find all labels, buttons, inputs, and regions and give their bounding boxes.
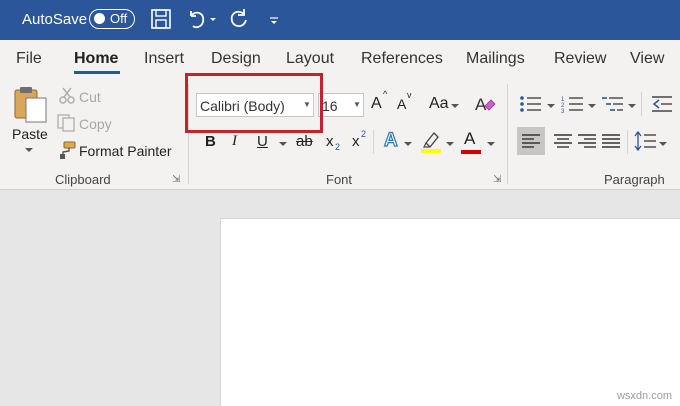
clipboard-launcher-icon[interactable]: ⇲ [172,174,180,185]
paragraph-inner-separator [641,92,642,116]
autosave-label: AutoSave [22,11,88,28]
font-size-dropdown[interactable]: 16 ▼ [318,93,364,117]
underline-chevron-icon[interactable] [278,140,288,148]
svg-text:A: A [475,95,487,114]
subscript-mark: 2 [335,142,341,152]
paragraph-group-label: Paragraph [604,172,665,187]
document-area[interactable] [0,191,680,406]
bullets-icon[interactable] [519,94,543,114]
superscript-mark: 2 [361,129,367,139]
group-separator [507,84,508,184]
bullets-chevron-icon[interactable] [546,102,556,110]
change-case-button[interactable]: Aa [429,95,449,113]
ribbon: Paste Cut Copy Format Painter Clipboard … [0,78,680,190]
font-color-chevron-icon[interactable] [486,140,496,148]
highlight-chevron-icon[interactable] [445,140,455,148]
save-icon[interactable] [150,8,172,30]
superscript-button[interactable]: x [352,133,360,150]
title-bar: AutoSave Off [0,0,680,40]
decrease-indent-icon[interactable] [650,94,674,114]
text-effects-chevron-icon[interactable] [403,140,413,148]
tab-mailings[interactable]: Mailings [466,50,525,68]
clear-formatting-icon[interactable]: A [474,93,496,115]
svg-text:3: 3 [561,109,565,114]
change-case-chevron-icon [451,104,459,108]
line-spacing-icon[interactable] [634,130,658,152]
tab-home[interactable]: Home [74,50,118,68]
undo-icon[interactable] [185,8,219,30]
shrink-font-button[interactable]: A [397,96,406,112]
align-left-icon [522,134,540,148]
italic-button[interactable]: I [232,133,237,150]
tab-view[interactable]: View [630,50,664,68]
paste-icon[interactable] [12,84,50,124]
font-size-chevron-icon: ▼ [353,100,361,109]
toggle-knob [94,13,105,24]
grow-font-button[interactable]: A [371,95,382,113]
tab-layout[interactable]: Layout [286,50,334,68]
shrink-font-arrow-icon: v [407,90,412,100]
clipboard-group-label: Clipboard [55,172,111,187]
align-left-button[interactable] [517,127,545,155]
font-color-swatch [461,150,481,154]
multilevel-chevron-icon[interactable] [627,102,637,110]
tab-design[interactable]: Design [211,50,261,68]
autosave-toggle[interactable]: Off [89,9,135,29]
scissors-icon [59,87,75,104]
font-size-value: 16 [322,98,338,114]
underline-button[interactable]: U [257,133,268,150]
line-spacing-chevron-icon[interactable] [658,140,668,148]
tab-insert[interactable]: Insert [144,50,184,68]
numbering-chevron-icon[interactable] [587,102,597,110]
watermark: wsxdn.com [616,390,672,402]
tab-references[interactable]: References [361,50,443,68]
tab-review[interactable]: Review [554,50,606,68]
font-color-button[interactable]: A [464,129,475,149]
copy-button[interactable]: Copy [79,116,112,132]
highlighter-icon[interactable] [420,130,442,154]
active-tab-indicator [74,71,120,74]
copy-icon [57,114,75,132]
annotation-highlight-box [185,73,323,133]
grow-font-arrow-icon: ^ [383,89,388,99]
document-page[interactable] [220,218,680,406]
paste-dropdown-icon[interactable] [24,146,34,154]
paste-button[interactable]: Paste [12,126,48,142]
font-inner-separator [373,130,374,154]
strikethrough-button[interactable]: ab [296,133,313,150]
bold-button[interactable]: B [205,133,216,150]
format-painter-icon [60,141,76,159]
font-group-label: Font [326,172,353,187]
subscript-button[interactable]: x [326,133,334,150]
redo-icon[interactable] [228,8,250,30]
font-launcher-icon[interactable]: ⇲ [493,174,501,185]
ribbon-tabs: File Home Insert Design Layout Reference… [0,40,680,78]
numbering-icon[interactable]: 1 2 3 [561,94,585,114]
autosave-state: Off [110,11,128,26]
justify-icon[interactable] [597,127,625,155]
text-effects-button[interactable]: A [383,129,398,152]
multilevel-list-icon[interactable] [601,94,625,114]
tab-file[interactable]: File [16,50,42,68]
cut-button[interactable]: Cut [79,89,101,105]
customize-toolbar-icon[interactable] [268,8,280,30]
format-painter-button[interactable]: Format Painter [79,143,172,159]
paragraph-inner-separator [627,130,628,154]
